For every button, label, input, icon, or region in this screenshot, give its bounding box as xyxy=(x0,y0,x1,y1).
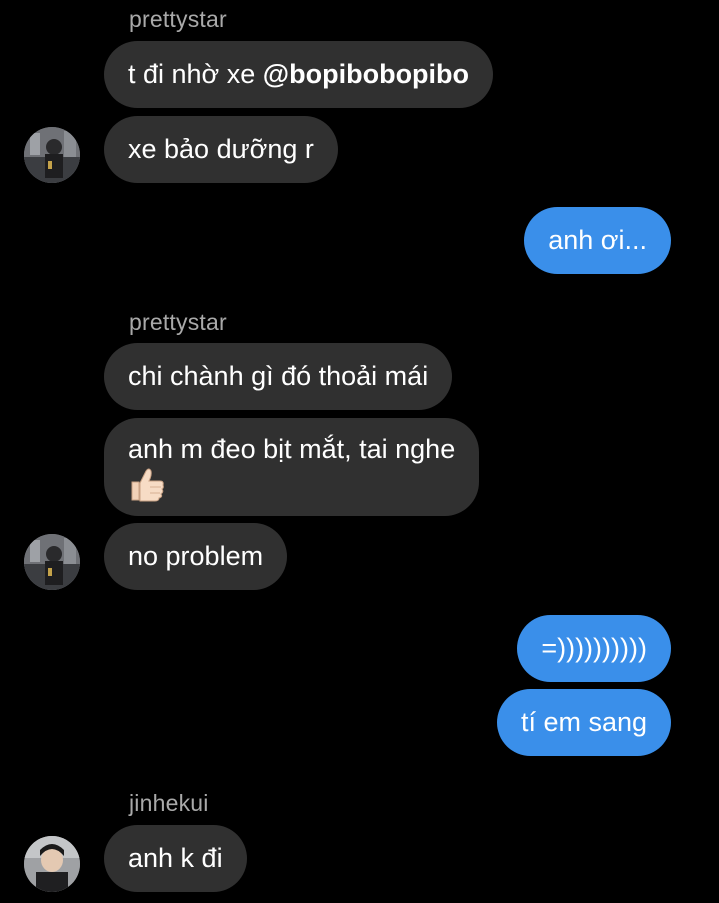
avatar-image xyxy=(24,127,80,183)
message-text: =)))))))))) xyxy=(541,633,647,663)
mention-link[interactable]: @bopibobopibo xyxy=(263,59,469,89)
sender-name-prettystar: prettystar xyxy=(129,6,227,32)
avatar-prettystar[interactable] xyxy=(24,534,80,590)
message-text: no problem xyxy=(128,541,264,571)
message-text: tí em sang xyxy=(520,707,647,737)
message-bubble-incoming[interactable]: xe bảo dưỡng r xyxy=(104,116,338,183)
message-bubble-outgoing[interactable]: anh ơi... xyxy=(524,207,671,274)
message-bubble-outgoing[interactable]: tí em sang xyxy=(496,689,671,756)
thumbs-up-icon xyxy=(128,467,166,512)
avatar-image xyxy=(24,836,80,892)
message-text: anh k đi xyxy=(128,843,223,873)
message-text: chi chành gì đó thoải mái xyxy=(128,361,429,391)
sender-name-prettystar: prettystar xyxy=(129,309,227,335)
message-bubble-incoming[interactable]: anh k đi xyxy=(104,825,247,892)
message-bubble-outgoing[interactable]: =)))))))))) xyxy=(517,615,671,682)
message-bubble-incoming[interactable]: no problem xyxy=(104,523,288,590)
message-text: anh ơi... xyxy=(548,225,647,255)
avatar-prettystar[interactable] xyxy=(24,127,80,183)
message-bubble-incoming[interactable]: anh m đeo bịt mắt, tai nghe xyxy=(104,418,480,516)
avatar-image xyxy=(24,534,80,590)
message-bubble-incoming[interactable]: chi chành gì đó thoải mái xyxy=(104,343,453,410)
avatar-jinhekui[interactable] xyxy=(24,836,80,892)
message-text: t đi nhờ xe xyxy=(128,59,263,89)
sender-name-jinhekui: jinhekui xyxy=(129,790,209,816)
message-text: anh m đeo bịt mắt, tai nghe xyxy=(128,434,456,464)
message-bubble-incoming[interactable]: t đi nhờ xe @bopibobopibo xyxy=(104,41,494,108)
message-text: xe bảo dưỡng r xyxy=(128,134,314,164)
